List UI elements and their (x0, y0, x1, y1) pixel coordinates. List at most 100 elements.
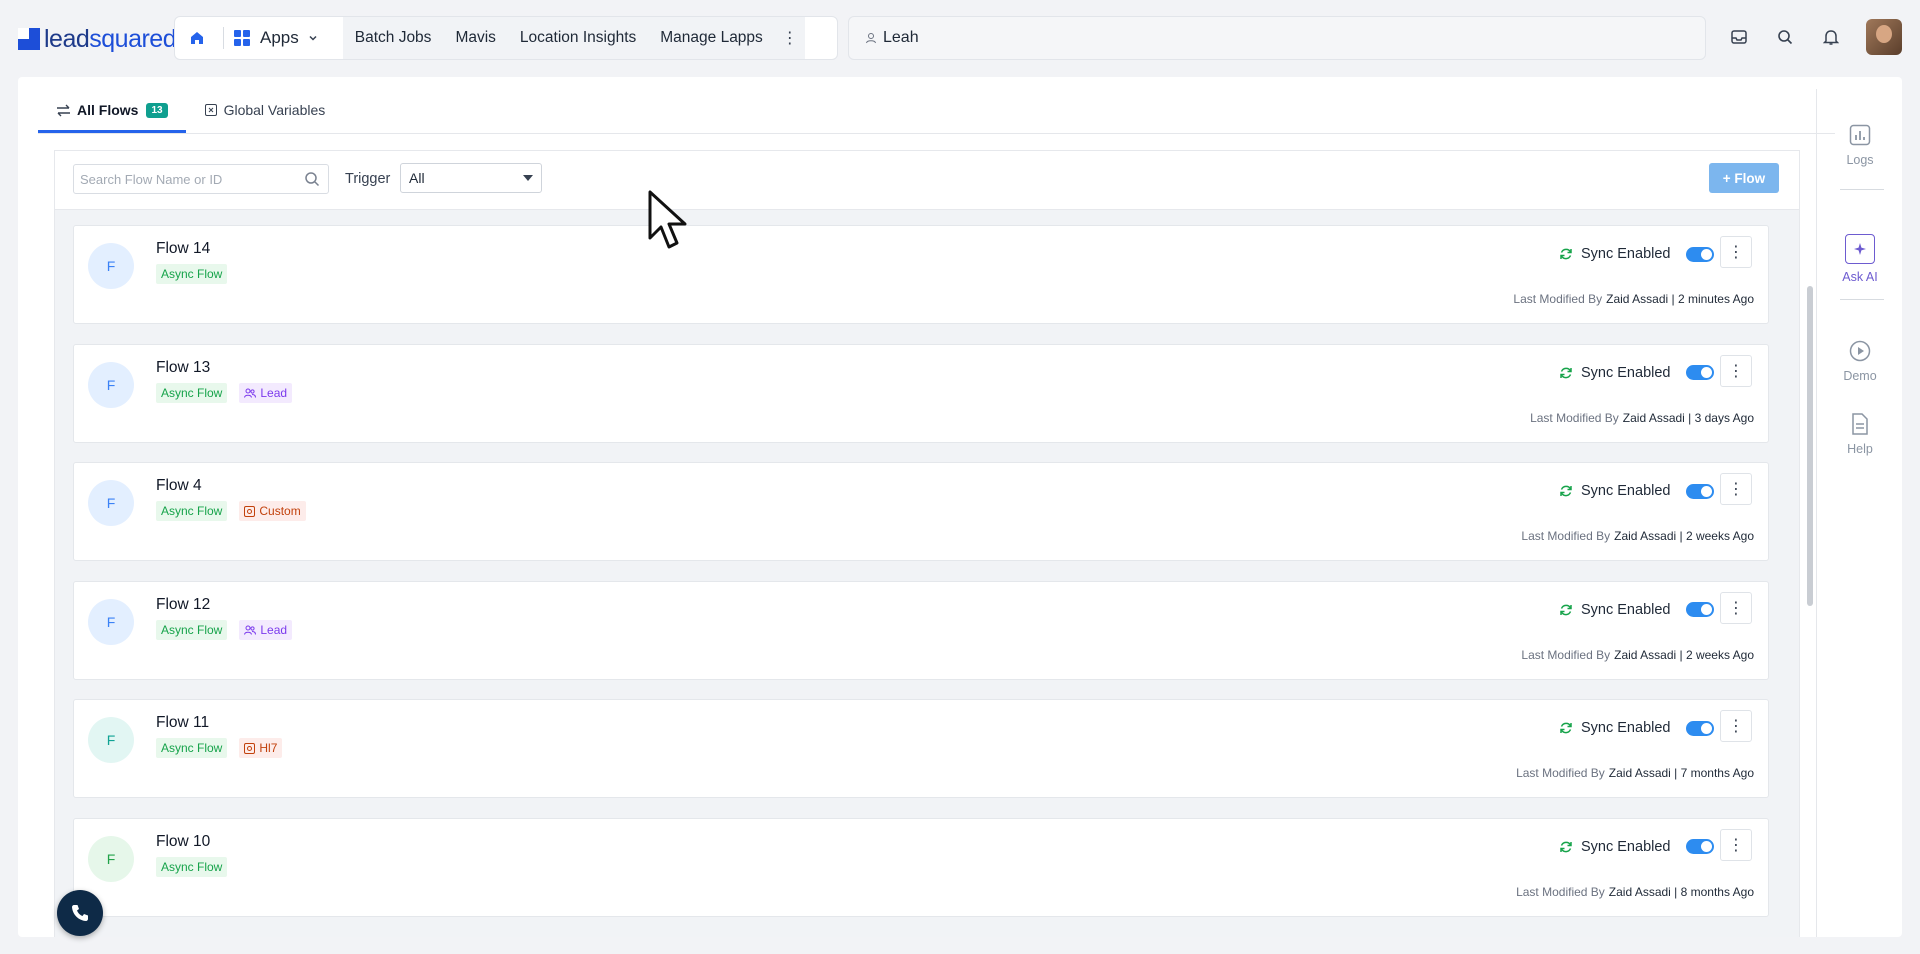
inbox-button[interactable] (1716, 16, 1762, 58)
flow-tag-label: Async Flow (161, 741, 223, 755)
flow-tag: Async Flow (156, 738, 228, 758)
sync-icon (1560, 248, 1572, 260)
leadsquared-logo[interactable]: leadsquared (18, 24, 177, 54)
ask-ai-button[interactable]: Ask AI (1818, 234, 1902, 284)
flow-actions-button[interactable]: ⋮ (1720, 236, 1752, 268)
last-modified-value: Zaid Assadi | 8 months Ago (1608, 884, 1754, 899)
nav-link-mavis[interactable]: Mavis (443, 29, 507, 47)
tab-global-variables[interactable]: Global Variables (186, 89, 344, 131)
logs-chart-icon (1849, 124, 1871, 146)
flow-tag: Async Flow (156, 856, 228, 877)
flow-card[interactable]: F Flow 11 Async Flow Hl7 Sync Enabled ⋮ Last M… (73, 699, 1769, 798)
flow-card[interactable]: F Flow 14 Async Flow Sync Enabled ⋮ Last Modi… (73, 225, 1769, 324)
apps-grid-icon (234, 30, 250, 46)
tab-all-flows[interactable]: All Flows 13 (38, 89, 186, 133)
flow-actions-button[interactable]: ⋮ (1720, 828, 1752, 861)
nav-links: Batch Jobs Mavis Location Insights Manag… (342, 17, 805, 59)
flow-name[interactable]: Flow 4 (156, 477, 202, 495)
last-modified: Last Modified By Zaid Assadi | 2 weeks Ag… (1521, 529, 1754, 543)
global-search-value: Leah (883, 29, 919, 46)
apps-label: Apps (260, 28, 299, 47)
sync-status: Sync Enabled (1559, 720, 1715, 736)
phone-call-button[interactable] (57, 890, 103, 936)
sync-status: Sync Enabled (1559, 365, 1715, 381)
more-vertical-icon[interactable]: ⋮ (775, 28, 805, 48)
add-flow-button[interactable]: + Flow (1709, 163, 1779, 193)
flow-card[interactable]: F Flow 10 Async Flow Sync Enabled ⋮ Last Modi… (73, 817, 1769, 917)
nav-link-manage-lapps[interactable]: Manage Lapps (648, 29, 775, 47)
flow-name[interactable]: Flow 12 (156, 596, 210, 614)
nav-link-batch-jobs[interactable]: Batch Jobs (343, 29, 444, 47)
flow-tag: Async Flow (156, 501, 228, 521)
flow-actions-button[interactable]: ⋮ (1720, 710, 1752, 742)
home-button[interactable] (175, 17, 219, 59)
search-icon[interactable] (304, 171, 320, 187)
help-button[interactable]: Help (1818, 412, 1902, 456)
flow-actions-button[interactable]: ⋮ (1720, 473, 1752, 505)
ai-sparkle-icon (1845, 234, 1875, 264)
user-icon (866, 33, 876, 44)
flow-card[interactable]: F Flow 4 Async Flow Custom Sync Enabled ⋮ Last… (73, 462, 1769, 561)
inbox-icon (1731, 30, 1747, 44)
sync-label: Sync Enabled (1581, 483, 1671, 499)
flow-name[interactable]: Flow 10 (156, 833, 210, 851)
flow-tags: Async Flow Lead (156, 619, 293, 640)
flow-name[interactable]: Flow 11 (156, 714, 209, 732)
flow-actions-button[interactable]: ⋮ (1720, 354, 1752, 387)
sync-toggle[interactable] (1686, 720, 1715, 736)
mouse-cursor-icon (648, 190, 687, 249)
flow-tag: Async Flow (156, 382, 228, 403)
flow-tag: Async Flow (156, 619, 228, 640)
tab-global-variables-label: Global Variables (223, 102, 326, 118)
nav-link-location-insights[interactable]: Location Insights (508, 29, 648, 47)
flow-card[interactable]: F Flow 13 Async Flow Lead Sync Enabled ⋮ Last … (73, 343, 1769, 443)
flow-name[interactable]: Flow 14 (156, 240, 210, 258)
caret-down-icon (523, 175, 533, 181)
flow-actions-button[interactable]: ⋮ (1720, 591, 1752, 624)
trigger-select[interactable]: All (400, 163, 542, 193)
flow-name[interactable]: Flow 13 (156, 359, 210, 377)
flow-card[interactable]: F Flow 12 Async Flow Lead Sync Enabled ⋮ Last … (73, 580, 1769, 680)
flow-tag: Hl7 (239, 738, 283, 758)
sync-toggle[interactable] (1686, 839, 1715, 854)
sync-toggle[interactable] (1686, 246, 1715, 262)
play-circle-icon (1849, 340, 1871, 362)
last-modified: Last Modified By Zaid Assadi | 8 months A… (1516, 885, 1754, 899)
settings-box-icon (244, 505, 256, 517)
flow-avatar: F (88, 361, 134, 408)
user-avatar[interactable] (1866, 19, 1902, 55)
flow-avatar: F (88, 480, 134, 526)
last-modified-value: Zaid Assadi | 7 months Ago (1608, 766, 1754, 780)
top-bar: leadsquared Apps Batch Jobs Mavis Locati… (0, 0, 1920, 77)
sync-icon (1560, 604, 1572, 615)
more-vertical-icon: ⋮ (1728, 718, 1744, 735)
ask-ai-label: Ask AI (1842, 270, 1878, 284)
settings-box-icon (244, 742, 256, 754)
flow-search-input[interactable] (74, 171, 304, 187)
sync-toggle[interactable] (1686, 483, 1715, 499)
phone-icon (72, 905, 88, 921)
sync-label: Sync Enabled (1581, 246, 1671, 262)
sync-toggle[interactable] (1686, 602, 1715, 617)
swap-arrows-icon (57, 104, 70, 116)
sync-icon (1560, 485, 1572, 497)
home-icon (191, 32, 203, 44)
demo-button[interactable]: Demo (1818, 339, 1902, 383)
users-icon (244, 625, 257, 635)
logo-mark-icon (18, 28, 40, 50)
sync-toggle[interactable] (1686, 365, 1715, 380)
global-search-bar[interactable]: Leah (848, 16, 1706, 60)
notifications-button[interactable] (1808, 16, 1854, 58)
last-modified-label: Last Modified By (1530, 410, 1619, 425)
flows-panel: Trigger All + Flow F Flow 14 Async Flow Syn… (54, 150, 1813, 937)
search-button[interactable] (1762, 16, 1808, 58)
flow-tag-label: Lead (260, 385, 288, 400)
flow-list-scrollbar[interactable] (1807, 286, 1813, 606)
last-modified-label: Last Modified By (1521, 647, 1611, 662)
logs-button[interactable]: Logs (1818, 123, 1902, 167)
sync-status: Sync Enabled (1559, 839, 1715, 855)
more-vertical-icon: ⋮ (1728, 481, 1744, 498)
last-modified-value: Zaid Assadi | 2 weeks Ago (1614, 529, 1754, 543)
demo-label: Demo (1843, 369, 1877, 383)
apps-menu-button[interactable]: Apps (234, 28, 319, 48)
